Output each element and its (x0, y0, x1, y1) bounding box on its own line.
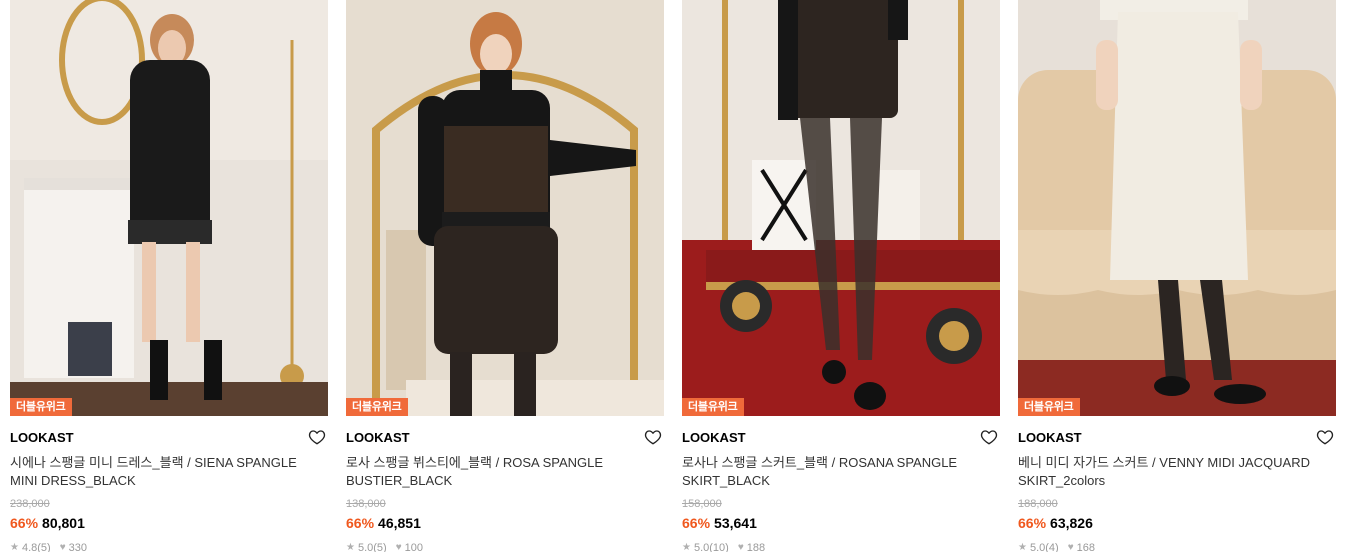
heart-icon[interactable] (1316, 428, 1334, 446)
star-icon: ★ (682, 542, 691, 552)
review-meta: ★ 4.8 (5) ♥ 330 (10, 541, 328, 552)
brand-name[interactable]: LOOKAST (346, 428, 664, 448)
original-price: 138,000 (346, 498, 386, 510)
product-image[interactable]: 더블유위크 (682, 0, 1000, 416)
event-badge: 더블유위크 (682, 398, 744, 416)
star-icon: ★ (1018, 542, 1027, 552)
discount-rate: 66% (10, 515, 39, 531)
review-count: (4) (1045, 542, 1059, 552)
product-photo (682, 0, 1000, 416)
price-row: 66% 53,641 (682, 513, 1000, 533)
price-row: 66% 63,826 (1018, 513, 1336, 533)
rating-value: 4.8 (21, 542, 38, 552)
review-count: (5) (373, 542, 387, 552)
product-card[interactable]: 더블유위크 LOOKAST 로사나 스팽글 스커트_블랙 / ROSANA SP… (682, 0, 1000, 552)
heart-small-icon: ♥ (1067, 542, 1074, 552)
rating-value: 5.0 (693, 542, 710, 552)
review-count: (5) (37, 542, 51, 552)
sale-price: 63,826 (1050, 515, 1093, 531)
product-name[interactable]: 시에나 스팽글 미니 드레스_블랙 / SIENA SPANGLE MINI D… (10, 454, 320, 490)
star-icon: ★ (346, 542, 355, 552)
price-row: 66% 80,801 (10, 513, 328, 533)
product-name[interactable]: 로사 스팽글 뷔스티에_블랙 / ROSA SPANGLE BUSTIER_BL… (346, 454, 656, 490)
heart-small-icon: ♥ (737, 542, 744, 552)
product-card[interactable]: 더블유위크 LOOKAST 시에나 스팽글 미니 드레스_블랙 / SIENA … (10, 0, 328, 552)
brand-name[interactable]: LOOKAST (1018, 428, 1336, 448)
product-photo (346, 0, 664, 416)
product-image[interactable]: 더블유위크 (10, 0, 328, 416)
heart-small-icon: ♥ (59, 542, 66, 552)
product-name[interactable]: 로사나 스팽글 스커트_블랙 / ROSANA SPANGLE SKIRT_BL… (682, 454, 992, 490)
like-count: 330 (68, 542, 88, 552)
review-meta: ★ 5.0 (4) ♥ 168 (1018, 541, 1336, 552)
like-count: 100 (404, 542, 424, 552)
brand-name[interactable]: LOOKAST (682, 428, 1000, 448)
sale-price: 53,641 (714, 515, 757, 531)
event-badge: 더블유위크 (10, 398, 72, 416)
original-price: 158,000 (682, 498, 722, 510)
rating-value: 5.0 (1029, 542, 1046, 552)
original-price: 238,000 (10, 498, 50, 510)
product-card[interactable]: 더블유위크 LOOKAST 로사 스팽글 뷔스티에_블랙 / ROSA SPAN… (346, 0, 664, 552)
price-row: 66% 46,851 (346, 513, 664, 533)
like-count: 168 (1076, 542, 1096, 552)
product-grid: 더블유위크 LOOKAST 시에나 스팽글 미니 드레스_블랙 / SIENA … (0, 0, 1347, 552)
product-photo (10, 0, 328, 416)
sale-price: 80,801 (42, 515, 85, 531)
heart-icon[interactable] (980, 428, 998, 446)
review-meta: ★ 5.0 (10) ♥ 188 (682, 541, 1000, 552)
product-name[interactable]: 베니 미디 자가드 스커트 / VENNY MIDI JACQUARD SKIR… (1018, 454, 1328, 490)
original-price: 188,000 (1018, 498, 1058, 510)
product-photo (1018, 0, 1336, 416)
like-count: 188 (746, 542, 766, 552)
discount-rate: 66% (682, 515, 711, 531)
discount-rate: 66% (1018, 515, 1047, 531)
brand-name[interactable]: LOOKAST (10, 428, 328, 448)
heart-small-icon: ♥ (395, 542, 402, 552)
product-image[interactable]: 더블유위크 (1018, 0, 1336, 416)
event-badge: 더블유위크 (346, 398, 408, 416)
review-meta: ★ 5.0 (5) ♥ 100 (346, 541, 664, 552)
review-count: (10) (709, 542, 729, 552)
product-image[interactable]: 더블유위크 (346, 0, 664, 416)
sale-price: 46,851 (378, 515, 421, 531)
product-card[interactable]: 더블유위크 LOOKAST 베니 미디 자가드 스커트 / VENNY MIDI… (1018, 0, 1336, 552)
event-badge: 더블유위크 (1018, 398, 1080, 416)
rating-value: 5.0 (357, 542, 374, 552)
heart-icon[interactable] (644, 428, 662, 446)
discount-rate: 66% (346, 515, 375, 531)
heart-icon[interactable] (308, 428, 326, 446)
star-icon: ★ (10, 542, 19, 552)
